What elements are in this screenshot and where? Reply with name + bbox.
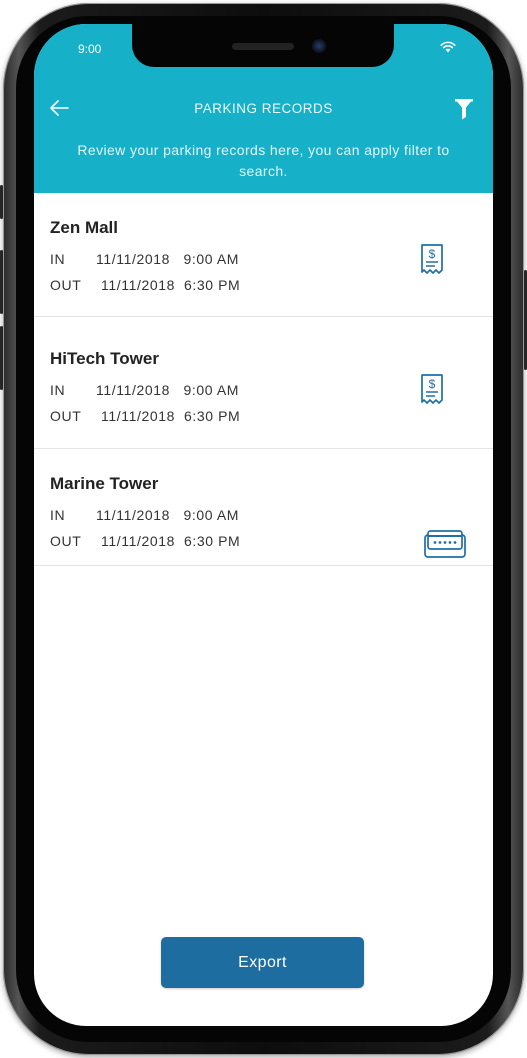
- front-camera: [312, 39, 326, 53]
- record-name: Marine Tower: [50, 474, 159, 493]
- phone-frame: 9:00 PARKING RECORDS Review your parking…: [0, 0, 527, 1058]
- receipt-icon[interactable]: $: [420, 243, 444, 275]
- svg-text:$: $: [429, 247, 436, 261]
- page-subtitle: Review your parking records here, you ca…: [77, 142, 450, 179]
- svg-text:$: $: [429, 377, 436, 391]
- home-indicator: [184, 1012, 344, 1017]
- in-label: IN: [50, 507, 66, 523]
- record-in-row: IN 11/11/2018 9:00 AM: [50, 251, 239, 267]
- in-label: IN: [50, 251, 66, 267]
- out-value: 11/11/2018 6:30 PM: [101, 533, 241, 549]
- out-value: 11/11/2018 6:30 PM: [101, 277, 241, 293]
- out-label: OUT: [50, 408, 82, 424]
- in-value: 11/11/2018 9:00 AM: [96, 507, 240, 523]
- record-in-row: IN 11/11/2018 9:00 AM: [50, 382, 239, 398]
- record-out-row: OUT 11/11/2018 6:30 PM: [50, 533, 240, 549]
- export-button[interactable]: Export: [161, 937, 364, 988]
- card-icon[interactable]: [423, 529, 467, 559]
- record-in-row: IN 11/11/2018 9:00 AM: [50, 507, 239, 523]
- page-title: PARKING RECORDS: [194, 101, 333, 116]
- out-label: OUT: [50, 277, 82, 293]
- receipt-icon[interactable]: $: [420, 373, 444, 405]
- wifi-icon: [440, 41, 456, 53]
- record-out-row: OUT 11/11/2018 6:30 PM: [50, 277, 240, 293]
- speaker: [232, 43, 294, 50]
- record-name: Zen Mall: [50, 218, 119, 237]
- status-time: 9:00: [78, 42, 102, 56]
- record-name: HiTech Tower: [50, 349, 159, 368]
- record-item[interactable]: HiTech Tower IN 11/11/2018 9:00 AM OUT 11/…: [34, 317, 493, 449]
- funnel-filter-icon[interactable]: [454, 97, 474, 121]
- record-item[interactable]: Zen Mall IN 11/11/2018 9:00 AM OUT 11/11/2…: [34, 193, 493, 317]
- out-value: 11/11/2018 6:30 PM: [101, 408, 241, 424]
- in-value: 11/11/2018 9:00 AM: [96, 251, 240, 267]
- record-out-row: OUT 11/11/2018 6:30 PM: [50, 408, 240, 424]
- out-label: OUT: [50, 533, 82, 549]
- screen: 9:00 PARKING RECORDS Review your parking…: [34, 24, 493, 1026]
- in-value: 11/11/2018 9:00 AM: [96, 382, 240, 398]
- record-item[interactable]: Marine Tower IN 11/11/2018 9:00 AM OUT 11/…: [34, 449, 493, 566]
- notch: [132, 24, 394, 67]
- in-label: IN: [50, 382, 66, 398]
